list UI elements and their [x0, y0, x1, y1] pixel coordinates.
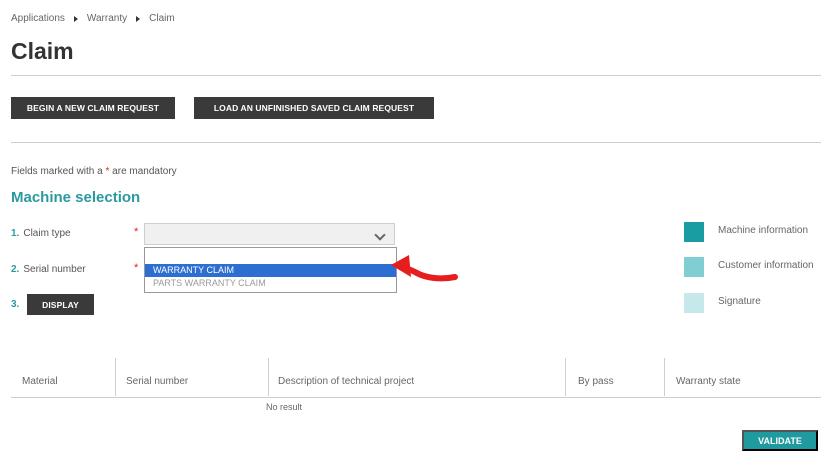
- step-label: Serial number: [23, 264, 86, 275]
- step-number: 2.: [11, 264, 20, 275]
- signature-swatch: [684, 293, 704, 313]
- mandatory-note-prefix: Fields marked with a: [11, 166, 103, 177]
- breadcrumb: Applications Warranty Claim: [11, 13, 175, 24]
- claim-type-select[interactable]: [144, 223, 395, 245]
- table-empty-message: No result: [266, 402, 303, 412]
- step-number: 3.: [11, 299, 20, 310]
- column-header-warranty-state[interactable]: Warranty state: [676, 376, 741, 387]
- column-divider: [664, 358, 665, 396]
- display-button[interactable]: DISPLAY: [27, 294, 94, 315]
- divider: [11, 75, 821, 76]
- required-star: *: [105, 166, 110, 177]
- load-saved-claim-button[interactable]: LOAD AN UNFINISHED SAVED CLAIM REQUEST: [194, 97, 434, 119]
- column-header-serial-number[interactable]: Serial number: [126, 376, 188, 387]
- column-divider: [565, 358, 566, 396]
- caret-right-icon: [73, 15, 78, 22]
- breadcrumb-applications[interactable]: Applications: [11, 13, 65, 24]
- red-arrow-annotation: [391, 255, 458, 282]
- column-header-description[interactable]: Description of technical project: [278, 376, 414, 387]
- column-divider: [268, 358, 269, 396]
- customer-information-label: Customer information: [718, 260, 814, 271]
- option-empty[interactable]: [145, 250, 396, 263]
- step-label: Claim type: [23, 228, 71, 239]
- table-header-divider: [11, 397, 821, 398]
- required-star: *: [134, 226, 139, 238]
- column-header-material[interactable]: Material: [22, 376, 58, 387]
- machine-information-label: Machine information: [718, 225, 809, 236]
- option-parts-warranty-claim[interactable]: PARTS WARRANTY CLAIM: [145, 277, 396, 290]
- breadcrumb-warranty[interactable]: Warranty: [87, 13, 127, 24]
- section-title: Machine selection: [11, 189, 141, 206]
- signature-label: Signature: [718, 296, 761, 307]
- divider: [11, 142, 821, 143]
- column-header-by-pass[interactable]: By pass: [578, 376, 614, 387]
- chevron-down-icon: [374, 229, 386, 241]
- mandatory-note-suffix: are mandatory: [112, 166, 177, 177]
- display-step-number: 3.: [11, 299, 23, 310]
- caret-right-icon: [136, 15, 141, 22]
- step-number: 1.: [11, 228, 20, 239]
- breadcrumb-claim: Claim: [149, 13, 175, 24]
- claim-type-label: 1. Claim type: [11, 228, 71, 239]
- column-divider: [115, 358, 116, 396]
- customer-information-swatch: [684, 257, 704, 277]
- required-star: *: [134, 262, 139, 274]
- option-warranty-claim[interactable]: WARRANTY CLAIM: [145, 264, 396, 277]
- machine-information-swatch: [684, 222, 704, 242]
- claim-type-options: WARRANTY CLAIM PARTS WARRANTY CLAIM: [144, 247, 397, 293]
- serial-number-label: 2. Serial number: [11, 264, 86, 275]
- validate-button[interactable]: VALIDATE: [742, 430, 818, 451]
- mandatory-note: Fields marked with a * are mandatory: [11, 166, 177, 177]
- begin-new-claim-button[interactable]: BEGIN A NEW CLAIM REQUEST: [11, 97, 175, 119]
- page-title: Claim: [11, 38, 74, 64]
